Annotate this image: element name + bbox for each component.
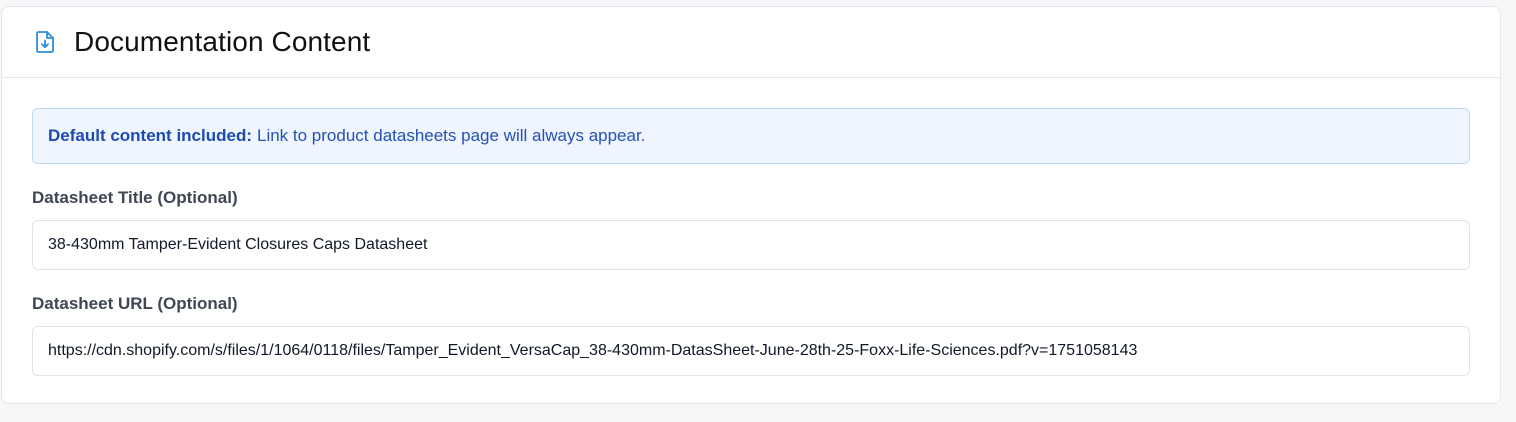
- notice-strong-text: Default content included:: [48, 126, 252, 145]
- notice-text: Link to product datasheets page will alw…: [257, 126, 646, 145]
- datasheet-title-label: Datasheet Title (Optional): [32, 188, 238, 207]
- datasheet-url-label: Datasheet URL (Optional): [32, 294, 238, 313]
- documentation-content-card: Documentation Content Default content in…: [1, 6, 1501, 404]
- datasheet-url-input[interactable]: [32, 326, 1470, 376]
- panel-title: Documentation Content: [74, 26, 371, 57]
- datasheet-title-input[interactable]: [32, 220, 1470, 270]
- card-header: Documentation Content: [2, 7, 1500, 78]
- default-content-notice: Default content included: Link to produc…: [32, 108, 1470, 164]
- card-body: Default content included: Link to produc…: [2, 78, 1500, 376]
- file-download-icon: [34, 30, 56, 54]
